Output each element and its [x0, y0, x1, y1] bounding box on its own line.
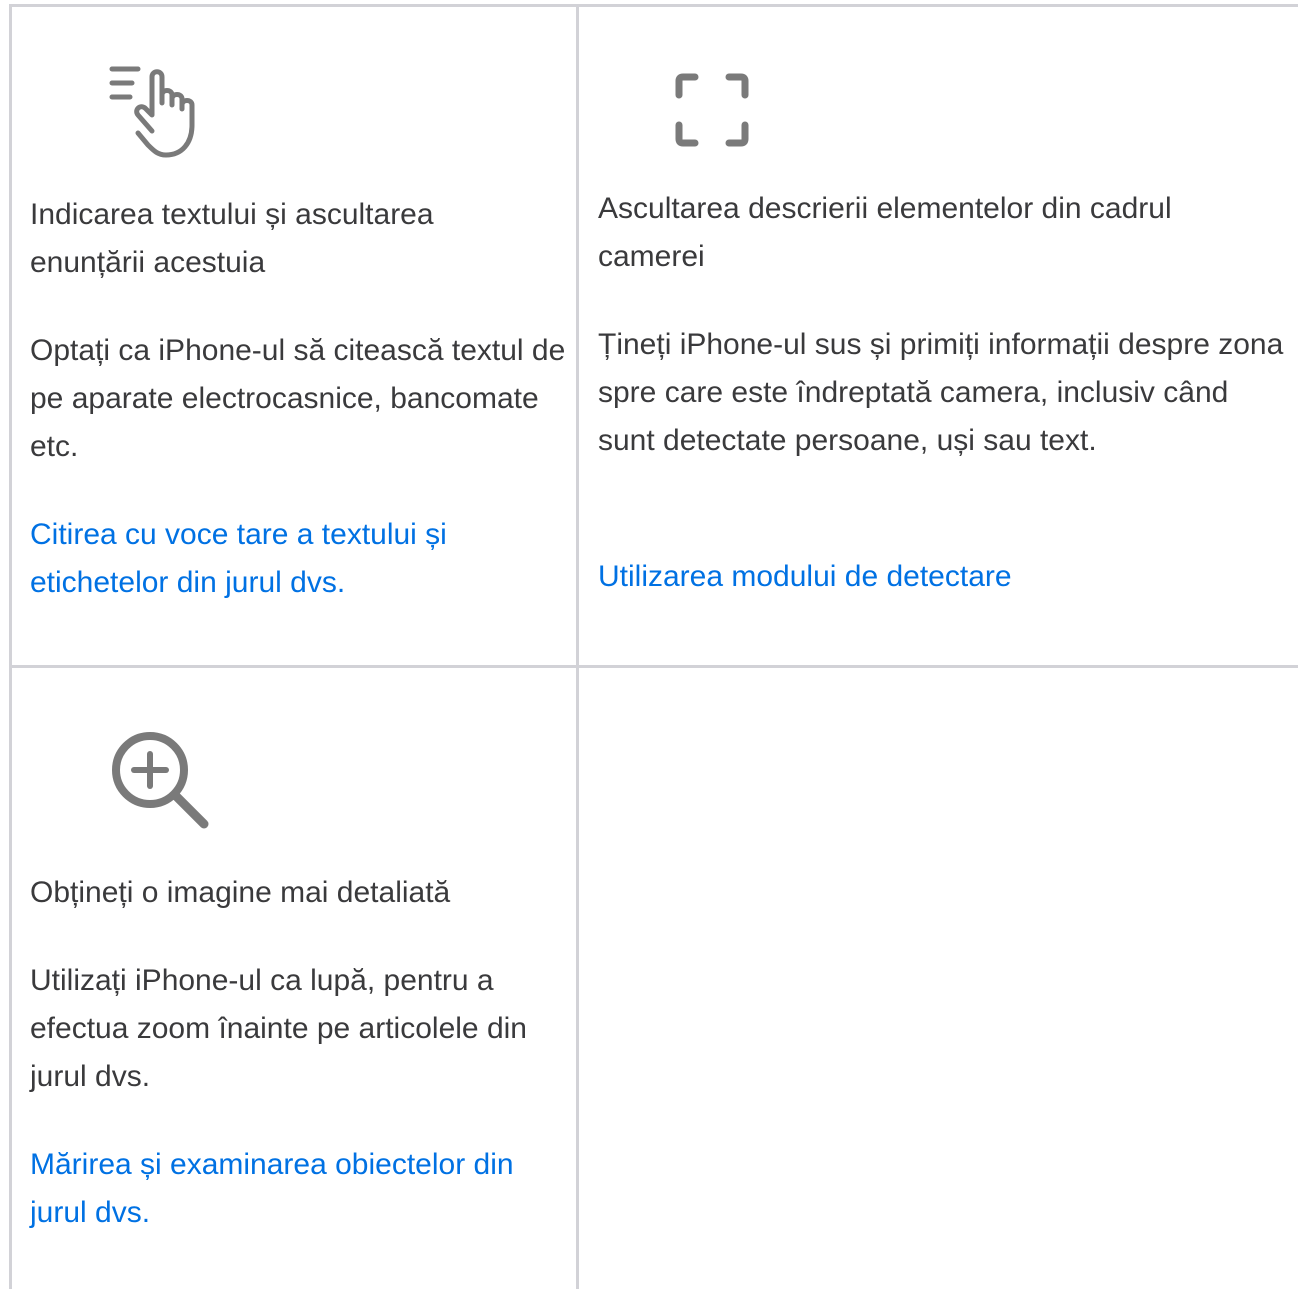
card-description: Optați ca iPhone-ul să citească textul d… — [30, 334, 566, 463]
feature-card-detection-mode: Ascultarea descrierii elementelor din ca… — [579, 7, 1298, 665]
card-description: Utilizați iPhone-ul ca lupă, pentru a ef… — [30, 964, 527, 1093]
card-title: Obțineți o imagine mai detaliată — [30, 876, 451, 909]
read-text-aloud-link[interactable]: Citirea cu voce tare a textului și etich… — [30, 511, 550, 607]
empty-cell — [579, 668, 1298, 1289]
viewfinder-icon — [675, 73, 749, 147]
feature-card-magnifier: Obțineți o imagine mai detaliată Utiliza… — [12, 668, 576, 1289]
detection-mode-link[interactable]: Utilizarea modului de detectare — [598, 553, 1278, 601]
card-title: Indicarea textului și ascultarea enunțăr… — [30, 198, 434, 279]
feature-card-point-and-speak: Indicarea textului și ascultarea enunțăr… — [12, 7, 576, 665]
card-description: Țineți iPhone-ul sus și primiți informaț… — [598, 328, 1284, 457]
feature-grid: Indicarea textului și ascultarea enunțăr… — [0, 0, 1298, 1289]
card-title: Ascultarea descrierii elementelor din ca… — [598, 192, 1172, 273]
magnifier-link[interactable]: Mărirea și examinarea obiectelor din jur… — [30, 1141, 530, 1237]
magnifier-plus-icon — [112, 732, 209, 829]
point-and-speak-icon — [109, 66, 195, 158]
